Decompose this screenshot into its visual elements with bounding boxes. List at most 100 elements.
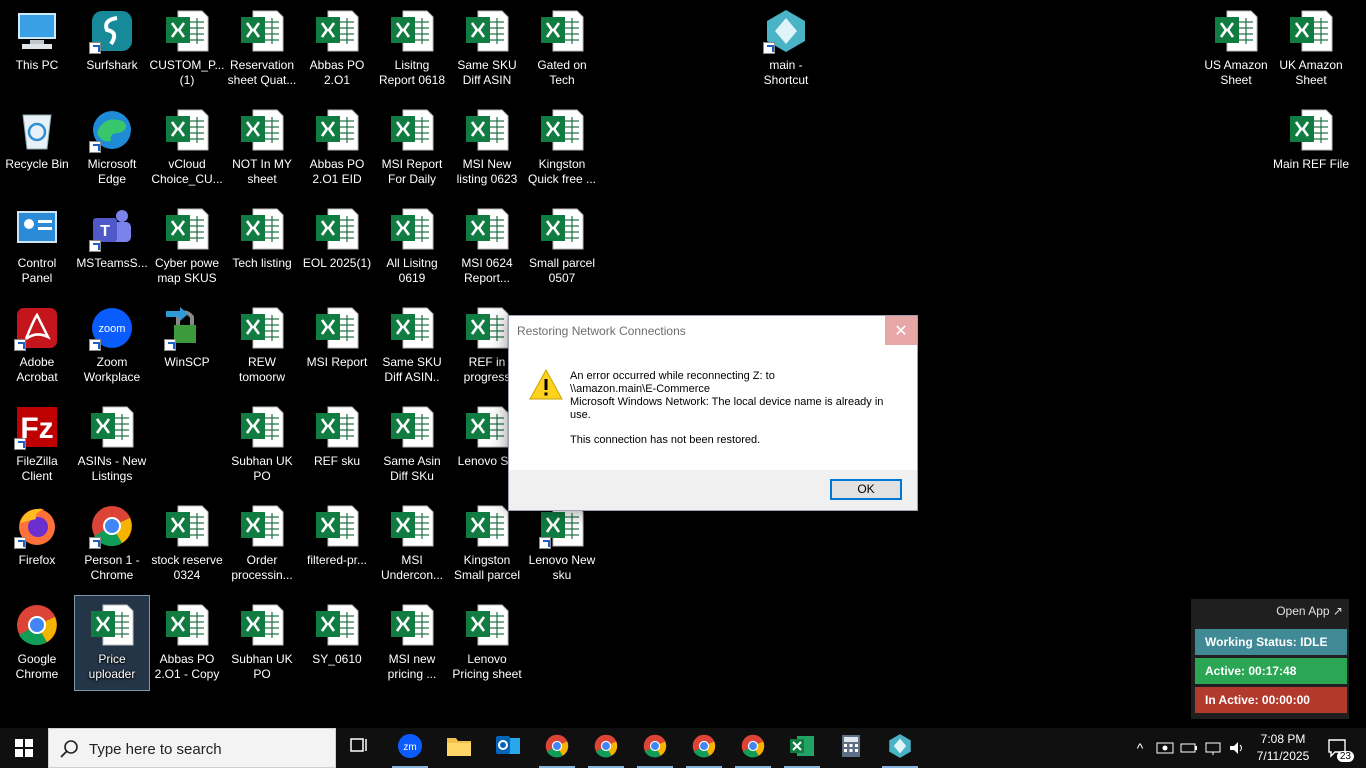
acrobat-icon: [14, 305, 60, 351]
desktop-icon[interactable]: WinSCP: [150, 299, 224, 393]
desktop-icon[interactable]: Abbas PO 2.O1: [300, 2, 374, 96]
desktop-icon[interactable]: ASINs - New Listings: [75, 398, 149, 492]
excel-file-icon: [464, 404, 510, 450]
desktop-icon[interactable]: Lisitng Report 0618: [375, 2, 449, 96]
excel-file-icon: [314, 206, 360, 252]
desktop-icon[interactable]: Price uploader: [74, 595, 150, 691]
taskbar-app-button[interactable]: [778, 728, 826, 768]
desktop-icon[interactable]: Cyber powe map SKUS: [150, 200, 224, 294]
taskbar-app-button[interactable]: [729, 728, 777, 768]
desktop-icon[interactable]: US Amazon Sheet: [1199, 2, 1273, 96]
taskbar-app-button[interactable]: [435, 728, 483, 768]
open-app-link[interactable]: Open App ↗: [1276, 604, 1343, 618]
desktop-icon[interactable]: All Lisitng 0619: [375, 200, 449, 294]
network-icon[interactable]: [1202, 728, 1224, 768]
desktop-icon[interactable]: Same SKU Diff ASIN..: [375, 299, 449, 393]
desktop-icon[interactable]: T MSTeamsS...: [75, 200, 149, 294]
desktop-icon-label: Lisitng Report 0618: [378, 58, 446, 87]
desktop-icon[interactable]: MSI new pricing ...: [375, 596, 449, 690]
desktop-icon[interactable]: Same SKU Diff ASIN: [450, 2, 524, 96]
search-box[interactable]: Type here to search: [48, 728, 336, 768]
meet-now-icon[interactable]: [1154, 728, 1176, 768]
desktop-icon[interactable]: Person 1 - Chrome: [75, 497, 149, 591]
desktop-icon[interactable]: Firefox: [0, 497, 74, 591]
desktop-icon[interactable]: Subhan UK PO: [225, 596, 299, 690]
desktop-icon[interactable]: Main REF File: [1273, 101, 1349, 195]
desktop-icon[interactable]: REW tomoorw: [225, 299, 299, 393]
chrome-icon: [89, 503, 135, 549]
desktop-icon[interactable]: This PC: [0, 2, 74, 96]
excel-file-icon: [464, 107, 510, 153]
desktop-icon[interactable]: Lenovo Pricing sheet: [450, 596, 524, 690]
clock[interactable]: 7:08 PM 7/11/2025: [1248, 731, 1318, 765]
desktop-icon[interactable]: Microsoft Edge: [75, 101, 149, 195]
desktop-icon[interactable]: Subhan UK PO: [225, 398, 299, 492]
desktop-icon[interactable]: Surfshark: [75, 2, 149, 96]
desktop-icon[interactable]: Adobe Acrobat: [0, 299, 74, 393]
desktop-icon[interactable]: Small parcel 0507: [525, 200, 599, 294]
desktop-icon[interactable]: Fz FileZilla Client: [0, 398, 74, 492]
desktop-icon[interactable]: Abbas PO 2.O1 EID: [300, 101, 374, 195]
desktop-icon[interactable]: NOT In MY sheet: [225, 101, 299, 195]
battery-icon[interactable]: [1178, 728, 1200, 768]
desktop-icon-label: Same Asin Diff SKu: [383, 454, 441, 483]
dialog-titlebar[interactable]: Restoring Network Connections ✕: [509, 316, 917, 346]
desktop-icon-label: Abbas PO 2.O1: [309, 58, 365, 87]
excel-file-icon: [239, 503, 285, 549]
taskbar-app-button[interactable]: [631, 728, 679, 768]
desktop-icon[interactable]: main - Shortcut: [749, 2, 823, 96]
desktop-icon[interactable]: Reservation sheet Quat...: [225, 2, 299, 96]
close-button[interactable]: ✕: [885, 316, 917, 345]
desktop-icon[interactable]: Order processin...: [225, 497, 299, 591]
desktop-icon[interactable]: MSI Report For Daily: [375, 101, 449, 195]
desktop-icon[interactable]: MSI New listing 0623: [450, 101, 524, 195]
desktop-icon-label: Same SKU Diff ASIN..: [382, 355, 442, 384]
desktop-icon[interactable]: EOL 2025(1): [300, 200, 374, 294]
desktop-icon[interactable]: Kingston Small parcel: [450, 497, 524, 591]
desktop-icon[interactable]: stock reserve 0324: [150, 497, 224, 591]
desktop-icon[interactable]: CUSTOM_P... (1): [150, 2, 224, 96]
desktop-icon[interactable]: REF sku: [300, 398, 374, 492]
excel-file-icon: [314, 305, 360, 351]
desktop-icon-label: EOL 2025(1): [302, 256, 372, 270]
desktop-icon[interactable]: MSI Undercon...: [375, 497, 449, 591]
desktop-icon[interactable]: Lenovo New sku: [525, 497, 599, 591]
desktop-icon[interactable]: SY_0610: [300, 596, 374, 690]
taskbar-app-button[interactable]: [876, 728, 924, 768]
taskbar-app-button[interactable]: [680, 728, 728, 768]
volume-icon[interactable]: [1226, 728, 1248, 768]
excel-file-icon: [389, 503, 435, 549]
desktop-icon[interactable]: Recycle Bin: [0, 101, 74, 195]
desktop-icon[interactable]: zoom Zoom Workplace: [75, 299, 149, 393]
desktop-icon[interactable]: Gated on Tech: [525, 2, 599, 96]
desktop-icon[interactable]: Control Panel: [0, 200, 74, 294]
desktop-icon[interactable]: Abbas PO 2.O1 - Copy: [150, 596, 224, 690]
taskbar-app-button[interactable]: [533, 728, 581, 768]
taskbar-app-button[interactable]: [827, 728, 875, 768]
desktop-icon[interactable]: MSI 0624 Report...: [450, 200, 524, 294]
desktop-icon[interactable]: vCloud Choice_CU...: [150, 101, 224, 195]
taskbar-app-button[interactable]: [484, 728, 532, 768]
taskbar-app-button[interactable]: zm: [386, 728, 434, 768]
taskbar-app-button[interactable]: [582, 728, 630, 768]
desktop-icon[interactable]: Same Asin Diff SKu: [375, 398, 449, 492]
notification-center[interactable]: 23: [1318, 728, 1358, 768]
taskbar-app-button[interactable]: [336, 728, 384, 768]
desktop-icon[interactable]: MSI Report: [300, 299, 374, 393]
excel-file-icon: [164, 107, 210, 153]
desktop-icon[interactable]: UK Amazon Sheet: [1274, 2, 1348, 96]
desktop-icon[interactable]: Kingston Quick free ...: [525, 101, 599, 195]
chevron-up-icon[interactable]: ^: [1130, 728, 1150, 768]
excel-file-icon: [239, 8, 285, 54]
desktop-icon[interactable]: filtered-pr...: [300, 497, 374, 591]
task-view-icon: [350, 737, 370, 760]
desktop-icon[interactable]: Tech listing: [225, 200, 299, 294]
excel-file-icon: [164, 206, 210, 252]
desktop-icon[interactable]: Google Chrome: [0, 596, 74, 690]
app-shortcut-icon: [763, 8, 809, 54]
start-button[interactable]: [0, 728, 48, 768]
excel-file-icon: [164, 8, 210, 54]
ok-button[interactable]: OK: [830, 479, 902, 500]
desktop-icon-label: Price uploader: [88, 652, 136, 681]
desktop-icon-label: MSTeamsS...: [76, 256, 148, 270]
